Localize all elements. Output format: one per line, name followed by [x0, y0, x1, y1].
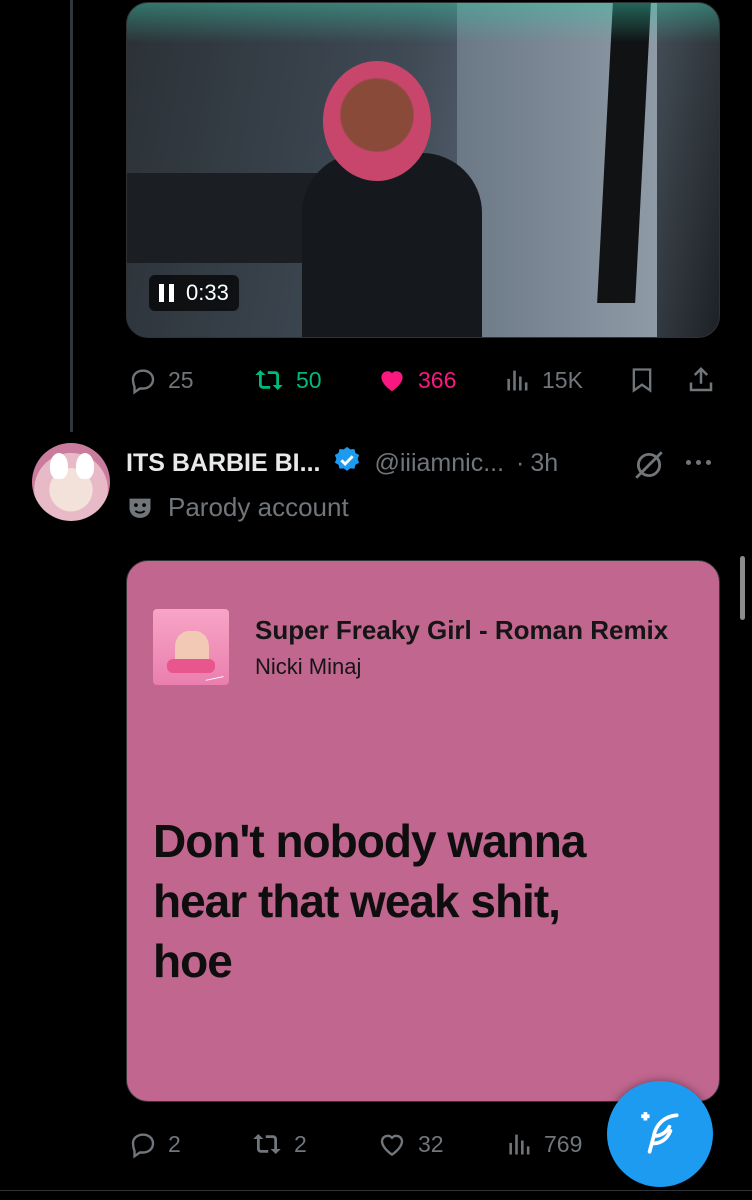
- repost-count: 50: [296, 366, 322, 393]
- views-icon: [509, 1134, 530, 1155]
- lyric-text: Don't nobody wanna hear that weak shit, …: [153, 811, 693, 991]
- lyric-line: hear that weak shit,: [153, 875, 561, 927]
- song-artist: Nicki Minaj: [255, 654, 362, 679]
- like-count: 32: [418, 1130, 444, 1157]
- compose-post-button[interactable]: [607, 1081, 713, 1187]
- video-frame-glow: [127, 3, 719, 43]
- views-count: 15K: [542, 366, 583, 393]
- heart-icon: [380, 1134, 404, 1157]
- reply-count: 2: [168, 1130, 181, 1157]
- share-button[interactable]: [686, 364, 716, 396]
- post-header: ITS BARBIE BI... @iiiamnic... · 3h: [126, 446, 726, 480]
- views-icon: [507, 370, 528, 391]
- video-timer[interactable]: 0:33: [149, 275, 239, 311]
- views-button[interactable]: 769: [506, 1129, 582, 1159]
- handle[interactable]: @iiiamnic...: [374, 449, 504, 478]
- avatar-ear-left: [50, 453, 68, 479]
- reply-icon: [131, 1133, 155, 1159]
- compose-post-icon: [641, 1112, 679, 1154]
- reply-button[interactable]: 25: [128, 365, 194, 395]
- lyric-line: Don't nobody wanna: [153, 815, 586, 867]
- post2-action-bar: 2 2 32 769: [128, 1126, 608, 1162]
- scrollbar[interactable]: [740, 556, 745, 620]
- like-count: 366: [418, 366, 457, 393]
- bookmark-button[interactable]: [628, 364, 656, 396]
- parody-mask-icon: [129, 498, 151, 518]
- heart-filled-icon: [381, 371, 403, 392]
- video-frame-bench: [127, 173, 327, 263]
- avatar-ear-right: [76, 453, 94, 479]
- album-art-shoes: [167, 659, 215, 673]
- separator-dot: ·: [516, 448, 525, 477]
- repost-count: 2: [294, 1130, 307, 1157]
- album-art: [153, 609, 229, 685]
- repost-icon: [255, 370, 283, 390]
- views-button[interactable]: 15K: [504, 365, 583, 395]
- video-frame-person: [302, 153, 482, 337]
- video-timestamp: 0:33: [186, 280, 229, 305]
- repost-icon: [253, 1134, 281, 1154]
- reply-button[interactable]: 2: [128, 1129, 181, 1159]
- bookmark-icon: [632, 368, 652, 393]
- divider: [0, 1190, 752, 1191]
- post-time[interactable]: 3h: [530, 449, 558, 478]
- pause-icon[interactable]: [159, 284, 174, 302]
- reply-icon: [131, 369, 155, 395]
- song-title: Super Freaky Girl - Roman Remix: [255, 615, 669, 645]
- thread-line: [70, 0, 73, 432]
- grok-icon[interactable]: [632, 448, 666, 489]
- avatar[interactable]: [32, 443, 110, 521]
- lyric-line: hoe: [153, 935, 233, 987]
- lyric-card[interactable]: Super Freaky Girl - Roman Remix Nicki Mi…: [126, 560, 720, 1102]
- parody-label-text: Parody account: [168, 492, 349, 522]
- like-button[interactable]: 366: [376, 365, 456, 395]
- display-name[interactable]: ITS BARBIE BI...: [126, 449, 320, 478]
- parody-label: Parody account: [126, 492, 349, 523]
- verified-badge-icon[interactable]: [332, 445, 362, 482]
- repost-button[interactable]: 50: [252, 365, 322, 395]
- video-player[interactable]: 0:33: [126, 2, 720, 338]
- like-button[interactable]: 32: [376, 1129, 444, 1159]
- views-count: 769: [544, 1130, 583, 1157]
- share-icon: [689, 366, 713, 392]
- more-options-icon[interactable]: [686, 460, 711, 465]
- reply-count: 25: [168, 366, 194, 393]
- post1-action-bar: 25 50 366 15K: [128, 362, 718, 398]
- video-frame-head: [323, 61, 431, 181]
- repost-button[interactable]: 2: [250, 1129, 307, 1159]
